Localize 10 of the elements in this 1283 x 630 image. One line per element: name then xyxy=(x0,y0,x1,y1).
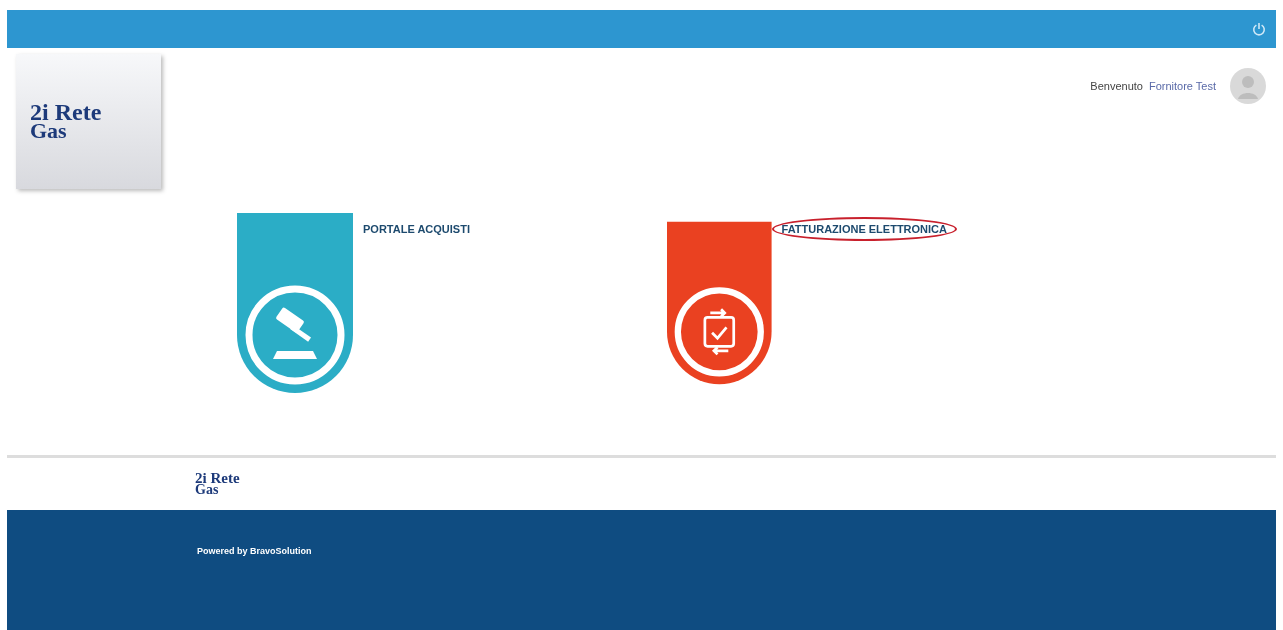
welcome-text: Benvenuto xyxy=(1090,80,1143,92)
tile-badge-icon[interactable] xyxy=(237,213,353,393)
logo: 2i Rete Gas xyxy=(16,54,161,189)
powered-by-text: Powered by BravoSolution xyxy=(197,546,312,556)
tile-link[interactable]: FATTURAZIONE ELETTRONICA xyxy=(771,217,957,241)
power-icon[interactable] xyxy=(1252,22,1266,36)
footer-logo: 2i Rete Gas xyxy=(195,472,240,496)
user-name-link[interactable]: Fornitore Test xyxy=(1148,80,1216,92)
tile-link[interactable]: PORTALE ACQUISTI xyxy=(353,217,480,241)
avatar-icon[interactable] xyxy=(1230,68,1266,104)
